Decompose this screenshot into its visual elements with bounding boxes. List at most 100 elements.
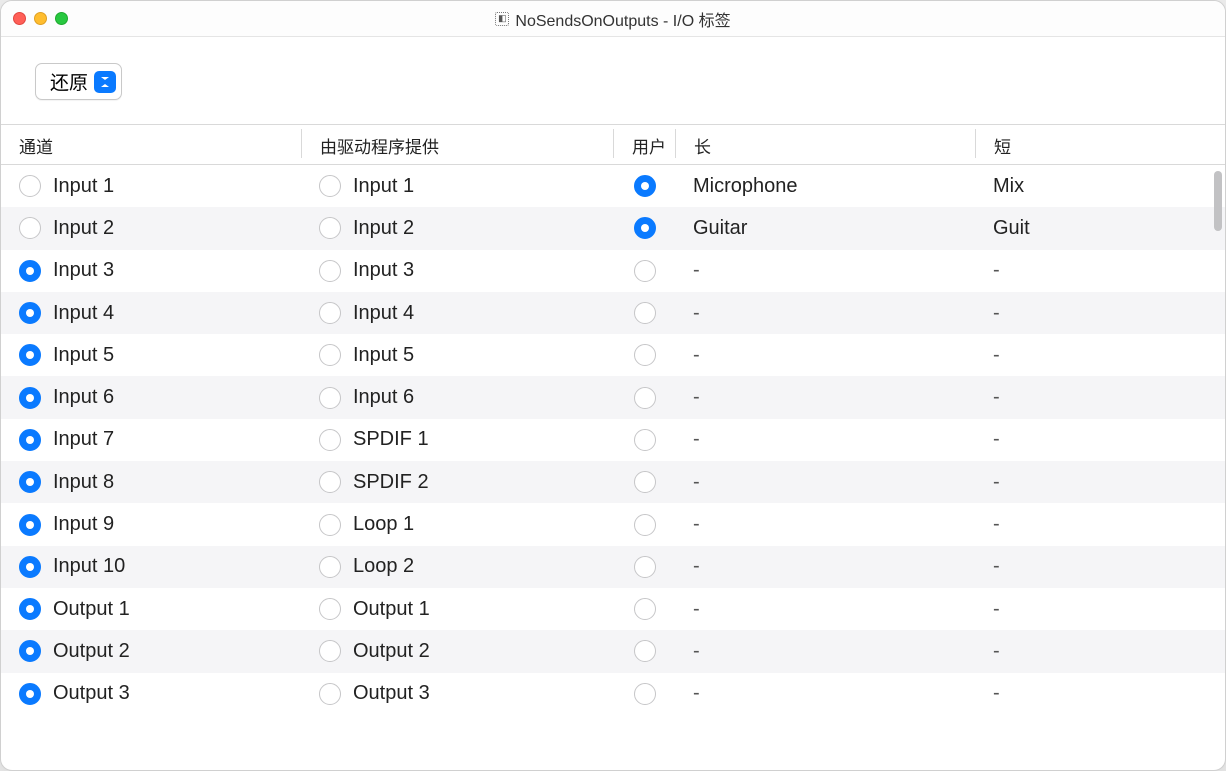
driver-label: Input 4 <box>353 302 414 325</box>
driver-radio[interactable] <box>319 640 341 662</box>
driver-radio[interactable] <box>319 175 341 197</box>
channel-label: Input 10 <box>53 555 125 578</box>
long-label: - <box>693 513 700 536</box>
header-long[interactable]: 长 <box>675 129 975 158</box>
header-user[interactable]: 用户 <box>613 129 675 158</box>
driver-label: Input 6 <box>353 386 414 409</box>
header-channel[interactable]: 通道 <box>1 129 301 158</box>
short-label: - <box>993 428 1000 451</box>
user-radio[interactable] <box>634 471 656 493</box>
channel-radio[interactable] <box>19 217 41 239</box>
driver-label: SPDIF 2 <box>353 471 429 494</box>
user-radio[interactable] <box>634 429 656 451</box>
long-label: - <box>693 302 700 325</box>
channel-radio[interactable] <box>19 683 41 705</box>
table-row[interactable]: Input 2Input 2GuitarGuit <box>1 207 1225 249</box>
table-row[interactable]: Input 4Input 4-- <box>1 292 1225 334</box>
channel-label: Input 8 <box>53 471 114 494</box>
long-label: - <box>693 259 700 282</box>
channel-label: Input 4 <box>53 302 114 325</box>
table-row[interactable]: Input 3Input 3-- <box>1 250 1225 292</box>
driver-label: Input 2 <box>353 217 414 240</box>
table-row[interactable]: Input 7SPDIF 1-- <box>1 419 1225 461</box>
close-window-button[interactable] <box>13 12 26 25</box>
channel-cell: Input 7 <box>1 419 301 461</box>
channel-radio[interactable] <box>19 429 41 451</box>
table-body: Input 1Input 1MicrophoneMix Input 2 Input … <box>1 165 1225 770</box>
channel-radio[interactable] <box>19 471 41 493</box>
user-radio[interactable] <box>634 556 656 578</box>
channel-radio[interactable] <box>19 387 41 409</box>
user-cell <box>613 546 675 588</box>
user-radio[interactable] <box>634 683 656 705</box>
table-row[interactable]: Output 2Output 2-- <box>1 630 1225 672</box>
table-row[interactable]: Input 10Loop 2-- <box>1 546 1225 588</box>
user-radio[interactable] <box>634 598 656 620</box>
user-radio[interactable] <box>634 640 656 662</box>
table-row[interactable]: Input 6Input 6-- <box>1 376 1225 418</box>
user-radio[interactable] <box>634 217 656 239</box>
header-short[interactable]: 短 <box>975 129 1225 158</box>
driver-radio[interactable] <box>319 302 341 324</box>
driver-label: Loop 1 <box>353 513 414 536</box>
driver-label: Input 5 <box>353 344 414 367</box>
long-label: Microphone <box>693 175 798 198</box>
driver-label: SPDIF 1 <box>353 428 429 451</box>
channel-radio[interactable] <box>19 260 41 282</box>
long-cell: - <box>675 588 975 630</box>
channel-label: Input 7 <box>53 428 114 451</box>
driver-radio[interactable] <box>319 683 341 705</box>
long-label: Guitar <box>693 217 747 240</box>
user-radio[interactable] <box>634 302 656 324</box>
zoom-window-button[interactable] <box>55 12 68 25</box>
driver-radio[interactable] <box>319 471 341 493</box>
user-radio[interactable] <box>634 175 656 197</box>
short-cell: - <box>975 546 1225 588</box>
driver-radio[interactable] <box>319 556 341 578</box>
driver-radio[interactable] <box>319 217 341 239</box>
channel-cell: Output 3 <box>1 673 301 715</box>
driver-radio[interactable] <box>319 344 341 366</box>
driver-cell: Loop 1 <box>301 503 613 545</box>
table-row[interactable]: Input 1Input 1MicrophoneMix <box>1 165 1225 207</box>
long-cell: - <box>675 630 975 672</box>
minimize-window-button[interactable] <box>34 12 47 25</box>
table-row[interactable]: Input 8SPDIF 2-- <box>1 461 1225 503</box>
restore-button[interactable]: 还原 <box>35 63 122 100</box>
channel-radio[interactable] <box>19 344 41 366</box>
channel-radio[interactable] <box>19 556 41 578</box>
channel-label: Input 2 <box>53 217 114 240</box>
restore-button-label: 还原 <box>50 68 88 95</box>
driver-radio[interactable] <box>319 260 341 282</box>
long-label: - <box>693 682 700 705</box>
toolbar: 还原 <box>1 37 1225 125</box>
driver-radio[interactable] <box>319 514 341 536</box>
short-label: - <box>993 513 1000 536</box>
short-label: - <box>993 640 1000 663</box>
user-radio[interactable] <box>634 514 656 536</box>
short-label: - <box>993 598 1000 621</box>
channel-radio[interactable] <box>19 302 41 324</box>
table-row[interactable]: Input 5Input 5-- <box>1 334 1225 376</box>
driver-cell: Output 2 <box>301 630 613 672</box>
header-driver[interactable]: 由驱动程序提供 <box>301 129 613 158</box>
channel-radio[interactable] <box>19 175 41 197</box>
scrollbar-thumb[interactable] <box>1214 171 1222 231</box>
channel-radio[interactable] <box>19 640 41 662</box>
table-row[interactable]: Input 9Loop 1-- <box>1 503 1225 545</box>
user-radio[interactable] <box>634 344 656 366</box>
user-radio[interactable] <box>634 260 656 282</box>
user-radio[interactable] <box>634 387 656 409</box>
driver-radio[interactable] <box>319 598 341 620</box>
driver-radio[interactable] <box>319 429 341 451</box>
long-cell: - <box>675 461 975 503</box>
channel-radio[interactable] <box>19 514 41 536</box>
long-cell: - <box>675 250 975 292</box>
table-row[interactable]: Output 1Output 1-- <box>1 588 1225 630</box>
long-label: - <box>693 471 700 494</box>
long-cell: Microphone <box>675 165 975 207</box>
table-row[interactable]: Output 3Output 3-- <box>1 673 1225 715</box>
driver-radio[interactable] <box>319 387 341 409</box>
channel-radio[interactable] <box>19 598 41 620</box>
short-cell: - <box>975 250 1225 292</box>
